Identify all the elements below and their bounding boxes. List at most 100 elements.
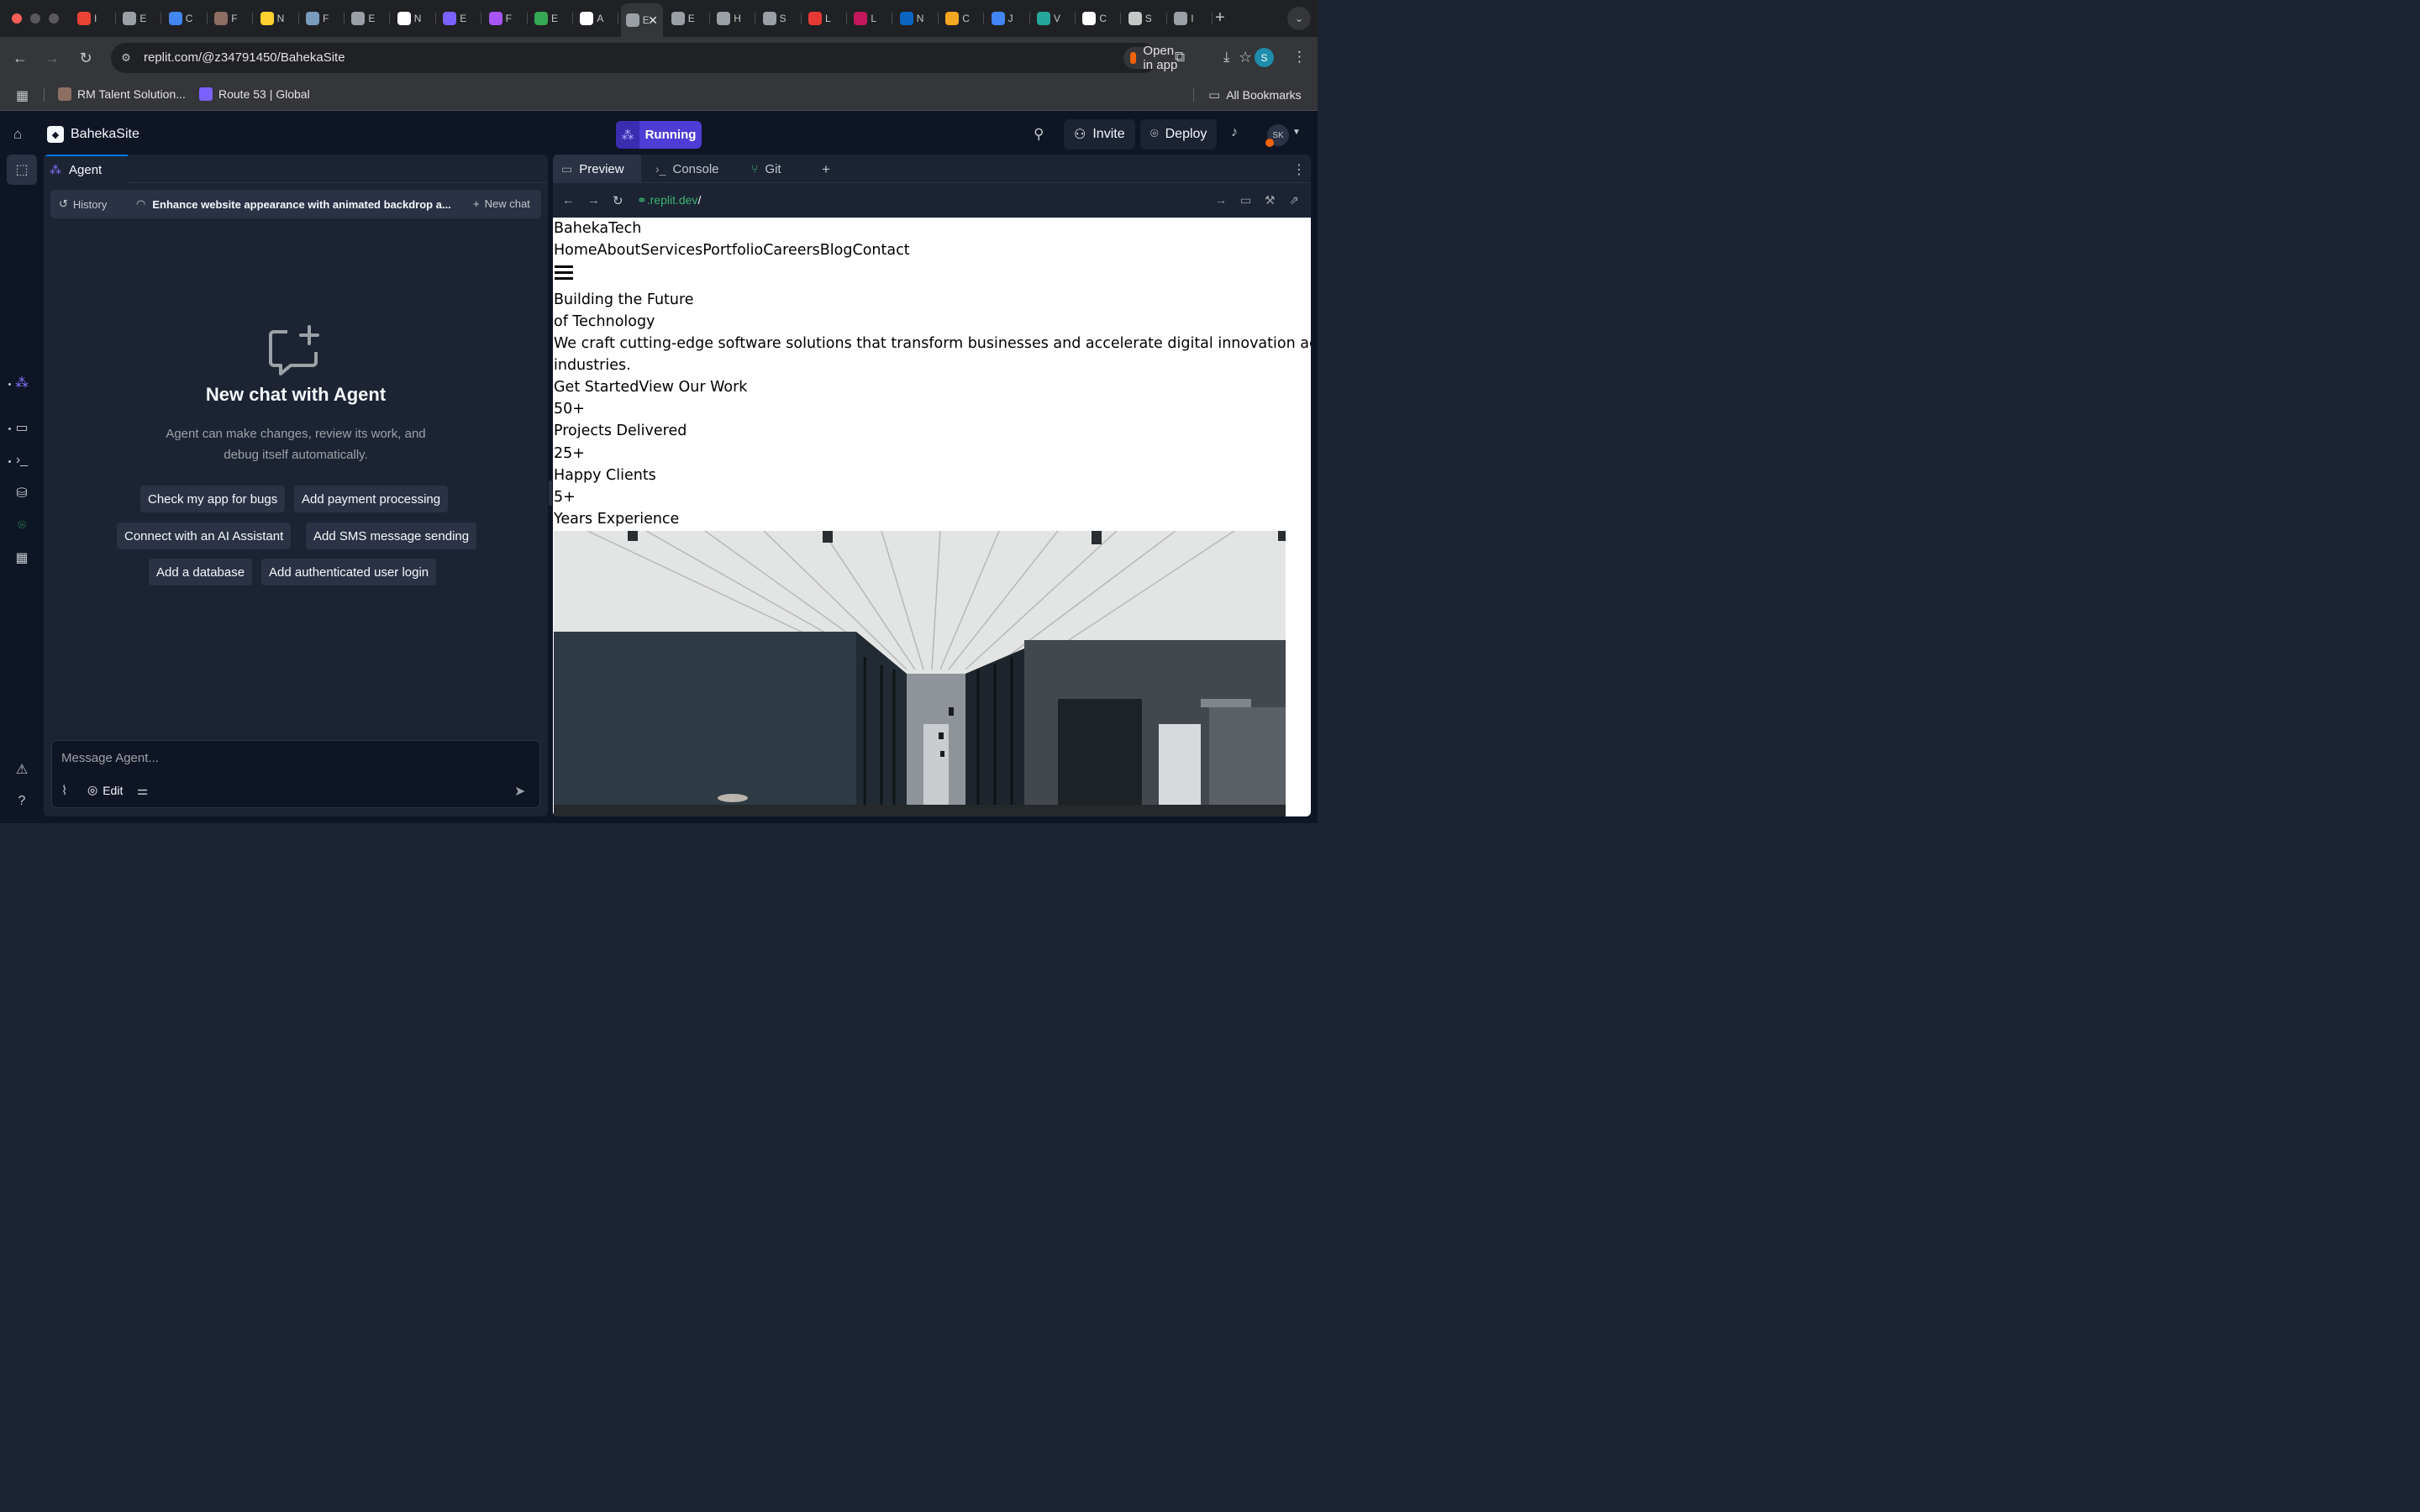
back-arrow-icon[interactable]: ←	[562, 193, 575, 207]
device-icon[interactable]: ▭	[1240, 193, 1251, 207]
browser-tab[interactable]: S	[1123, 7, 1167, 30]
address-url[interactable]: replit.com/@z34791450/BahekaSite	[144, 50, 345, 65]
download-icon[interactable]: ⤓	[1223, 49, 1230, 66]
browser-tab[interactable]: C	[164, 7, 208, 30]
suggestion-chip[interactable]: Add authenticated user login	[261, 559, 437, 585]
browser-tab[interactable]: N	[895, 7, 939, 30]
tab-console[interactable]: ›_ Console	[647, 155, 719, 183]
files-icon[interactable]: ⬚	[7, 155, 37, 185]
home-icon[interactable]: ⌂	[13, 126, 22, 143]
go-arrow-icon[interactable]: →	[1215, 193, 1227, 207]
invite-button[interactable]: ⚇ Invite	[1064, 119, 1135, 150]
back-arrow-icon[interactable]: ←	[10, 48, 30, 68]
tab-search-icon[interactable]: ⌄	[1287, 7, 1311, 30]
suggestion-chip[interactable]: Add a database	[149, 559, 253, 585]
bookmark-route53[interactable]: Route 53 | Global	[199, 87, 310, 101]
browser-tab[interactable]: C	[1077, 7, 1122, 30]
close-tab-icon[interactable]: ✕	[648, 13, 658, 28]
minimize-window-button[interactable]	[30, 13, 40, 24]
tab-git[interactable]: ⑂ Git	[743, 155, 781, 183]
external-link-icon[interactable]: ⇗	[1289, 193, 1299, 207]
history-button[interactable]: ↺ History	[59, 197, 107, 211]
browser-tab[interactable]: L	[849, 7, 893, 30]
browser-tab[interactable]: N	[255, 7, 299, 30]
hero-cta-links[interactable]: Get StartedView Our Work	[554, 376, 747, 398]
hamburger-menu-icon[interactable]	[555, 265, 573, 283]
deploy-button[interactable]: ⌾ Deploy	[1140, 119, 1218, 150]
browser-tab[interactable]: E	[438, 7, 482, 30]
monitor-icon[interactable]: ▭	[12, 417, 32, 438]
browser-tab[interactable]: H	[712, 7, 756, 30]
help-icon[interactable]: ?	[12, 791, 32, 811]
browser-tab[interactable]: J	[986, 7, 1030, 30]
extensions-icon[interactable]: ⧉	[1175, 49, 1185, 66]
chrome-menu-icon[interactable]: ⋮	[1292, 49, 1307, 66]
link-icon: ⚭	[637, 193, 647, 207]
site-brand[interactable]: BahekaTech	[554, 218, 641, 239]
search-icon[interactable]: ⚲	[1034, 126, 1044, 143]
send-icon[interactable]: ➤	[514, 783, 525, 800]
suggestion-chip[interactable]: Connect with an AI Assistant	[117, 522, 292, 549]
repl-name[interactable]: BahekaSite	[71, 127, 139, 142]
browser-tab[interactable]: F	[209, 7, 254, 30]
devtools-icon[interactable]: ⚒	[1265, 193, 1276, 207]
suggestion-chip[interactable]: Add payment processing	[294, 486, 449, 512]
agent-grid-icon: ⁂	[616, 121, 639, 149]
browser-tab[interactable]: A	[575, 7, 619, 30]
site-info-icon[interactable]: ⚙	[118, 50, 134, 66]
preview-url[interactable]: ⚭.replit.dev/	[637, 193, 701, 207]
reload-icon[interactable]: ↻	[76, 48, 96, 68]
database-icon[interactable]: ⛁	[12, 483, 32, 503]
forward-arrow-icon[interactable]: →	[42, 48, 62, 68]
browser-tab[interactable]: V	[1032, 7, 1076, 30]
site-nav-links[interactable]: HomeAboutServicesPortfolioCareersBlogCon…	[554, 239, 910, 261]
tab-agent[interactable]: ⁂ Agent	[44, 155, 128, 183]
sliders-icon[interactable]: ⚌	[137, 783, 148, 798]
bookmark-rm-talent[interactable]: RM Talent Solution...	[58, 87, 186, 101]
chevron-down-icon[interactable]: ▼	[1292, 128, 1301, 137]
browser-tab[interactable]: F	[484, 7, 528, 30]
agent-icon[interactable]: ⁂	[12, 373, 32, 393]
panel-resize-handle[interactable]	[549, 480, 552, 506]
alerts-icon[interactable]: ⚠	[12, 759, 32, 780]
browser-tab[interactable]: N	[392, 7, 436, 30]
browser-tab-active[interactable]: E ✕	[620, 3, 663, 37]
add-tab-icon[interactable]: +	[822, 161, 830, 178]
browser-tab[interactable]: E	[118, 7, 162, 30]
reload-icon[interactable]: ↻	[613, 193, 623, 208]
browser-tab[interactable]: E	[529, 7, 573, 30]
tab-preview[interactable]: ▭ Preview	[553, 155, 641, 183]
chat-title[interactable]: ◠ Enhance website appearance with animat…	[136, 197, 455, 211]
edit-mode-button[interactable]: ◎ Edit	[87, 783, 123, 797]
new-chat-button[interactable]: + New chat	[473, 197, 530, 210]
message-agent-input[interactable]	[61, 748, 515, 768]
browser-tab[interactable]: I	[72, 7, 116, 30]
browser-tab[interactable]: E	[346, 7, 391, 30]
forward-arrow-icon[interactable]: →	[587, 193, 600, 207]
apps-grid-icon[interactable]: ▦	[16, 87, 29, 104]
deployments-icon[interactable]: ⌾	[12, 516, 32, 536]
all-tools-icon[interactable]: ▦	[12, 548, 32, 568]
shell-icon[interactable]: ›_	[12, 450, 32, 470]
paperclip-icon[interactable]: ⌇	[61, 783, 67, 798]
run-button[interactable]: ⁂ Running	[616, 121, 702, 149]
browser-tab[interactable]: F	[301, 7, 345, 30]
address-bar[interactable]: ⚙ replit.com/@z34791450/BahekaSite Open …	[111, 43, 1252, 73]
profile-avatar[interactable]: S	[1255, 48, 1274, 67]
more-options-icon[interactable]: ⋮	[1292, 161, 1306, 178]
browser-tab[interactable]: I	[1169, 7, 1213, 30]
browser-tab[interactable]: C	[940, 7, 985, 30]
browser-tab[interactable]: E	[666, 7, 710, 30]
all-bookmarks-button[interactable]: ▭ All Bookmarks	[1208, 87, 1302, 102]
browser-tab[interactable]: S	[758, 7, 802, 30]
browser-tab[interactable]: L	[803, 7, 847, 30]
suggestion-chip[interactable]: Add SMS message sending	[306, 522, 477, 549]
bookmark-star-icon[interactable]: ☆	[1239, 49, 1252, 66]
globe-icon	[717, 12, 731, 25]
browser-tab-title: H	[734, 13, 741, 24]
suggestion-chip[interactable]: Check my app for bugs	[140, 486, 286, 512]
new-tab-icon[interactable]: +	[1215, 8, 1225, 28]
zoom-window-button[interactable]	[49, 13, 59, 24]
bell-icon[interactable]: ♪	[1231, 125, 1238, 140]
close-window-button[interactable]	[12, 13, 22, 24]
